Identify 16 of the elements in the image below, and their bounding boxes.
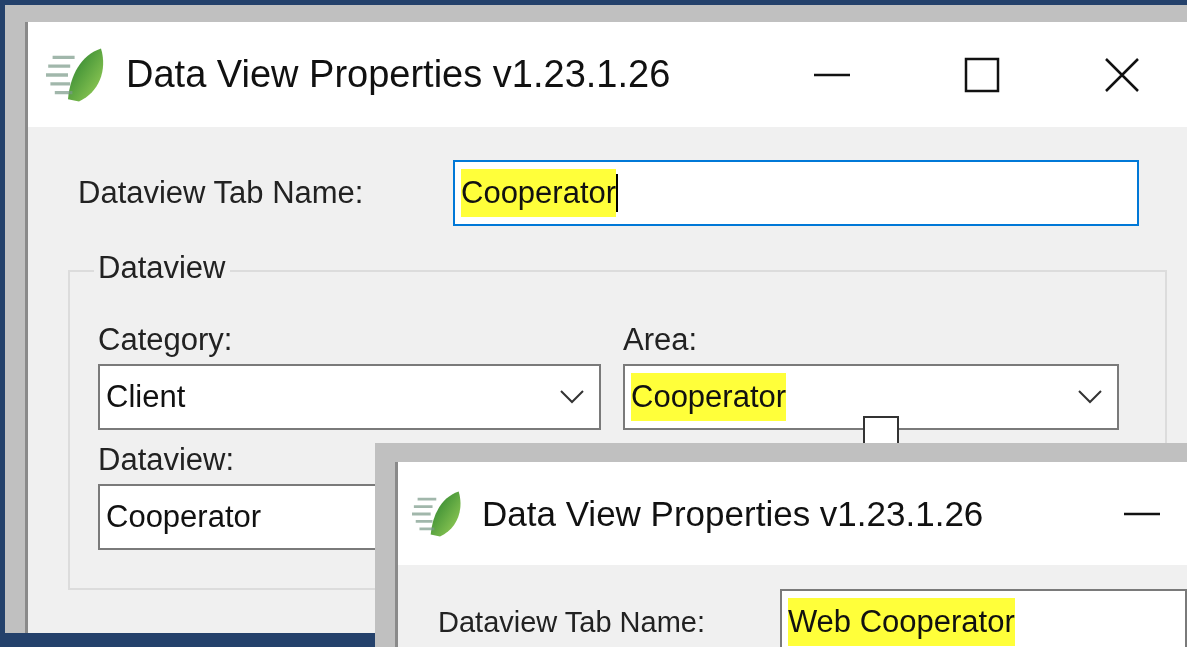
close-icon xyxy=(1104,56,1140,93)
chevron-down-icon xyxy=(559,389,585,405)
field-label: Dataview Tab Name: xyxy=(78,175,365,211)
maximize-icon xyxy=(964,56,1000,93)
input-field[interactable]: Cooperator xyxy=(453,160,1139,226)
field-label: Dataview: xyxy=(98,442,236,478)
window-title: Data View Properties v1.23.1.26 xyxy=(126,53,671,96)
dropdown[interactable]: Client xyxy=(98,364,601,430)
field-label: Dataview Tab Name: xyxy=(438,605,707,639)
field-label: Area: xyxy=(623,322,699,358)
input-field[interactable]: Web Cooperator xyxy=(779,589,1187,647)
field-label: Category: xyxy=(98,322,234,358)
minimize-icon xyxy=(812,72,852,77)
chevron-down-icon xyxy=(1077,389,1103,405)
dropdown[interactable]: Cooperator xyxy=(623,364,1119,430)
minimize-icon xyxy=(1122,511,1162,516)
